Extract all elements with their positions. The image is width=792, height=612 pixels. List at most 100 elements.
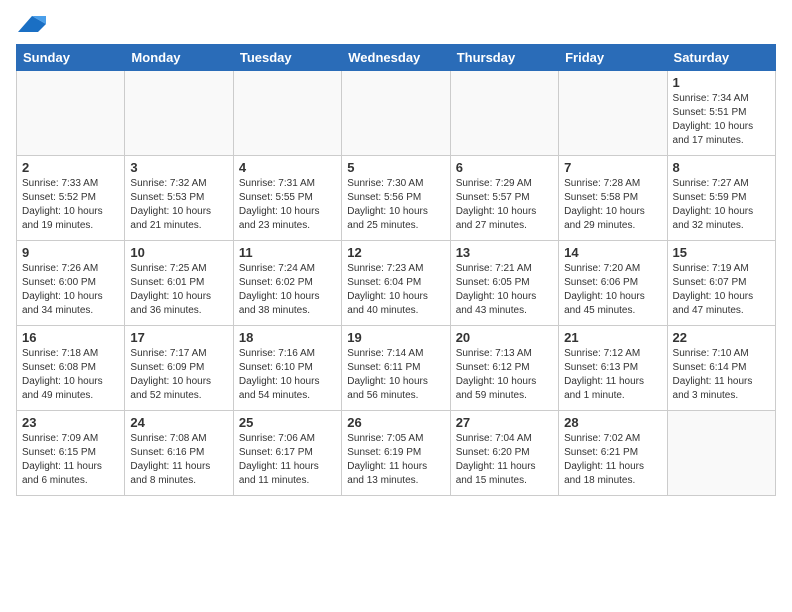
- day-number: 8: [673, 160, 770, 175]
- calendar-cell: 8Sunrise: 7:27 AM Sunset: 5:59 PM Daylig…: [667, 156, 775, 241]
- calendar-cell: [450, 71, 558, 156]
- calendar-cell: 23Sunrise: 7:09 AM Sunset: 6:15 PM Dayli…: [17, 411, 125, 496]
- calendar-cell: [233, 71, 341, 156]
- calendar-header-thursday: Thursday: [450, 45, 558, 71]
- day-info: Sunrise: 7:28 AM Sunset: 5:58 PM Dayligh…: [564, 177, 661, 233]
- logo: [16, 16, 46, 34]
- day-info: Sunrise: 7:12 AM Sunset: 6:13 PM Dayligh…: [564, 347, 661, 403]
- day-info: Sunrise: 7:16 AM Sunset: 6:10 PM Dayligh…: [239, 347, 336, 403]
- calendar-week-4: 16 Sunrise: 7:18 AM Sunset: 6:08 PM Dayli…: [17, 326, 776, 411]
- calendar-header-saturday: Saturday: [667, 45, 775, 71]
- day-number: 6: [456, 160, 553, 175]
- calendar-cell: 17 Sunrise: 7:17 AM Sunset: 6:09 PM Dayli…: [125, 326, 233, 411]
- page-header: [16, 16, 776, 34]
- calendar-header-tuesday: Tuesday: [233, 45, 341, 71]
- day-number: 16: [22, 330, 119, 345]
- calendar-cell: [342, 71, 450, 156]
- day-number: 1: [673, 75, 770, 90]
- calendar-cell: 5 Sunrise: 7:30 AM Sunset: 5:56 PM Daylig…: [342, 156, 450, 241]
- day-number: 5: [347, 160, 444, 175]
- day-number: 2: [22, 160, 119, 175]
- day-info: Sunrise: 7:33 AM Sunset: 5:52 PM Dayligh…: [22, 177, 119, 233]
- day-info: Sunrise: 7:29 AM Sunset: 5:57 PM Dayligh…: [456, 177, 553, 233]
- calendar-cell: 20 Sunrise: 7:13 AM Sunset: 6:12 PM Dayli…: [450, 326, 558, 411]
- day-number: 13: [456, 245, 553, 260]
- day-number: 4: [239, 160, 336, 175]
- day-info: Sunrise: 7:09 AM Sunset: 6:15 PM Dayligh…: [22, 432, 119, 488]
- day-info: Sunrise: 7:13 AM Sunset: 6:12 PM Dayligh…: [456, 347, 553, 403]
- day-number: 20: [456, 330, 553, 345]
- calendar-cell: [125, 71, 233, 156]
- day-number: 27: [456, 415, 553, 430]
- calendar-cell: 3 Sunrise: 7:32 AM Sunset: 5:53 PM Daylig…: [125, 156, 233, 241]
- day-info: Sunrise: 7:08 AM Sunset: 6:16 PM Dayligh…: [130, 432, 227, 488]
- day-info: Sunrise: 7:24 AM Sunset: 6:02 PM Dayligh…: [239, 262, 336, 318]
- calendar-cell: 9 Sunrise: 7:26 AM Sunset: 6:00 PM Daylig…: [17, 241, 125, 326]
- day-info: Sunrise: 7:21 AM Sunset: 6:05 PM Dayligh…: [456, 262, 553, 318]
- day-number: 18: [239, 330, 336, 345]
- calendar-cell: 14 Sunrise: 7:20 AM Sunset: 6:06 PM Dayli…: [559, 241, 667, 326]
- calendar-cell: 11 Sunrise: 7:24 AM Sunset: 6:02 PM Dayli…: [233, 241, 341, 326]
- day-info: Sunrise: 7:30 AM Sunset: 5:56 PM Dayligh…: [347, 177, 444, 233]
- day-number: 15: [673, 245, 770, 260]
- calendar-cell: 19 Sunrise: 7:14 AM Sunset: 6:11 PM Dayli…: [342, 326, 450, 411]
- day-number: 10: [130, 245, 227, 260]
- day-info: Sunrise: 7:06 AM Sunset: 6:17 PM Dayligh…: [239, 432, 336, 488]
- day-info: Sunrise: 7:02 AM Sunset: 6:21 PM Dayligh…: [564, 432, 661, 488]
- calendar-week-2: 2 Sunrise: 7:33 AM Sunset: 5:52 PM Daylig…: [17, 156, 776, 241]
- calendar-cell: 28 Sunrise: 7:02 AM Sunset: 6:21 PM Dayli…: [559, 411, 667, 496]
- calendar-cell: [17, 71, 125, 156]
- day-info: Sunrise: 7:19 AM Sunset: 6:07 PM Dayligh…: [673, 262, 770, 318]
- calendar-cell: 12Sunrise: 7:23 AM Sunset: 6:04 PM Dayli…: [342, 241, 450, 326]
- day-info: Sunrise: 7:34 AM Sunset: 5:51 PM Dayligh…: [673, 92, 770, 148]
- day-info: Sunrise: 7:32 AM Sunset: 5:53 PM Dayligh…: [130, 177, 227, 233]
- day-info: Sunrise: 7:26 AM Sunset: 6:00 PM Dayligh…: [22, 262, 119, 318]
- calendar-cell: 25 Sunrise: 7:06 AM Sunset: 6:17 PM Dayli…: [233, 411, 341, 496]
- day-info: Sunrise: 7:23 AM Sunset: 6:04 PM Dayligh…: [347, 262, 444, 318]
- day-number: 19: [347, 330, 444, 345]
- calendar-cell: 4 Sunrise: 7:31 AM Sunset: 5:55 PM Daylig…: [233, 156, 341, 241]
- day-info: Sunrise: 7:25 AM Sunset: 6:01 PM Dayligh…: [130, 262, 227, 318]
- day-info: Sunrise: 7:18 AM Sunset: 6:08 PM Dayligh…: [22, 347, 119, 403]
- day-number: 22: [673, 330, 770, 345]
- calendar-cell: [559, 71, 667, 156]
- day-number: 3: [130, 160, 227, 175]
- day-info: Sunrise: 7:04 AM Sunset: 6:20 PM Dayligh…: [456, 432, 553, 488]
- calendar-week-5: 23Sunrise: 7:09 AM Sunset: 6:15 PM Dayli…: [17, 411, 776, 496]
- calendar-cell: 13 Sunrise: 7:21 AM Sunset: 6:05 PM Dayli…: [450, 241, 558, 326]
- day-number: 11: [239, 245, 336, 260]
- day-info: Sunrise: 7:14 AM Sunset: 6:11 PM Dayligh…: [347, 347, 444, 403]
- calendar-cell: 24 Sunrise: 7:08 AM Sunset: 6:16 PM Dayli…: [125, 411, 233, 496]
- day-number: 26: [347, 415, 444, 430]
- calendar-header-sunday: Sunday: [17, 45, 125, 71]
- day-number: 21: [564, 330, 661, 345]
- calendar-cell: 21 Sunrise: 7:12 AM Sunset: 6:13 PM Dayli…: [559, 326, 667, 411]
- calendar-cell: 15 Sunrise: 7:19 AM Sunset: 6:07 PM Dayli…: [667, 241, 775, 326]
- day-info: Sunrise: 7:31 AM Sunset: 5:55 PM Dayligh…: [239, 177, 336, 233]
- day-number: 25: [239, 415, 336, 430]
- calendar-cell: 1 Sunrise: 7:34 AM Sunset: 5:51 PM Daylig…: [667, 71, 775, 156]
- day-number: 24: [130, 415, 227, 430]
- calendar-cell: 10 Sunrise: 7:25 AM Sunset: 6:01 PM Dayli…: [125, 241, 233, 326]
- calendar-cell: 26 Sunrise: 7:05 AM Sunset: 6:19 PM Dayli…: [342, 411, 450, 496]
- calendar-cell: 27 Sunrise: 7:04 AM Sunset: 6:20 PM Dayli…: [450, 411, 558, 496]
- calendar-header-wednesday: Wednesday: [342, 45, 450, 71]
- logo-icon: [18, 14, 46, 34]
- day-number: 28: [564, 415, 661, 430]
- day-number: 14: [564, 245, 661, 260]
- calendar-table: SundayMondayTuesdayWednesdayThursdayFrid…: [16, 44, 776, 496]
- calendar-header-monday: Monday: [125, 45, 233, 71]
- day-number: 7: [564, 160, 661, 175]
- calendar-cell: [667, 411, 775, 496]
- day-number: 17: [130, 330, 227, 345]
- day-info: Sunrise: 7:17 AM Sunset: 6:09 PM Dayligh…: [130, 347, 227, 403]
- calendar-cell: 18 Sunrise: 7:16 AM Sunset: 6:10 PM Dayli…: [233, 326, 341, 411]
- calendar-week-1: 1 Sunrise: 7:34 AM Sunset: 5:51 PM Daylig…: [17, 71, 776, 156]
- calendar-header-friday: Friday: [559, 45, 667, 71]
- day-number: 9: [22, 245, 119, 260]
- calendar-week-3: 9 Sunrise: 7:26 AM Sunset: 6:00 PM Daylig…: [17, 241, 776, 326]
- day-info: Sunrise: 7:05 AM Sunset: 6:19 PM Dayligh…: [347, 432, 444, 488]
- calendar-cell: 7 Sunrise: 7:28 AM Sunset: 5:58 PM Daylig…: [559, 156, 667, 241]
- day-info: Sunrise: 7:20 AM Sunset: 6:06 PM Dayligh…: [564, 262, 661, 318]
- day-info: Sunrise: 7:10 AM Sunset: 6:14 PM Dayligh…: [673, 347, 770, 403]
